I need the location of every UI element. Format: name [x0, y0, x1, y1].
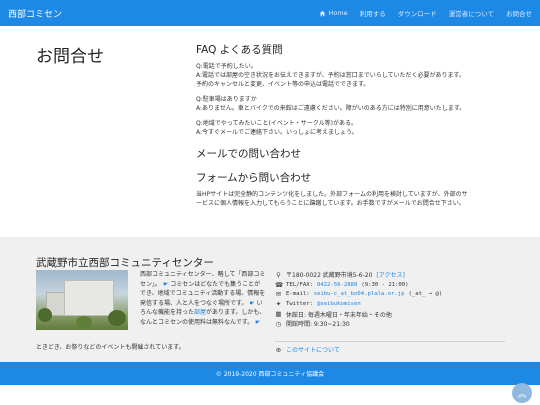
email-note: (_at_ → @): [408, 291, 443, 298]
contact-content: FAQ よくある質問 Q:電話で予約したい。 A:電話では部屋の空き状況をお伝え…: [196, 42, 506, 208]
main-nav: Home 利用する ダウンロード 運営者について お問合せ: [319, 8, 532, 18]
faq-question: Q:地域でやってみたいこと(イベント・サークル等)がある。: [196, 120, 357, 127]
faq-question: Q:電話で予約したい。: [196, 63, 257, 70]
email-row: ✉ E-mail: seibu-c_at_bo04.plala.or.jp (_…: [275, 290, 515, 300]
phone-icon: ☎: [275, 280, 284, 289]
form-notice-line: 当HPサイトは完全静的コンテンツ化をしました。外部フォームの利用を検討しています…: [196, 191, 468, 198]
map-pin-icon: ⚲: [276, 270, 281, 279]
twitter-label: Twitter:: [286, 301, 313, 308]
home-icon: [320, 10, 326, 16]
pointing-hand-icon: ☛: [162, 280, 169, 288]
site-footer: 武蔵野市立西部コミュニティセンター 西部コミュニティセンター、略して「西部コミセ…: [0, 237, 540, 362]
access-link[interactable]: [アクセス]: [376, 270, 404, 279]
tel-hours: (9:30 - 21:00): [361, 281, 409, 288]
globe-icon: ⊕: [275, 345, 282, 354]
holiday-text: 休館日: 毎週木曜日・年末年始・その他: [286, 311, 392, 319]
double-chevron-up-icon: ︽: [517, 389, 527, 400]
org-description: 西部コミュニティセンター、略して「西部コミセン」。 ☛ コミセンはどなたでも集う…: [140, 270, 266, 328]
hours-text: 開館時間: 9:30~21:30: [286, 321, 350, 329]
form-notice-line: ービスに個人情報を入力してもらうことに躊躇しています。お手数ですがメールでお問合…: [196, 200, 465, 207]
calendar-icon: ▦: [275, 310, 282, 319]
nav-home-label: Home: [328, 9, 348, 17]
copyright-text: © 2019-2020 西部コミュニティ協議会: [215, 371, 325, 378]
scroll-to-top-button[interactable]: ︽: [512, 383, 532, 403]
tel-row: ☎ TEL/FAX: 0422-56-2888 (9:30 - 21:00): [275, 280, 515, 290]
pointing-hand-icon: ☛: [249, 299, 255, 307]
org-name: 武蔵野市立西部コミュニティセンター: [36, 257, 214, 269]
footer-divider: [275, 341, 505, 342]
faq-answer: A:今すぐメールでご連絡下さい。いっしょに考えましょう。: [196, 129, 358, 136]
email-label: E-mail:: [286, 291, 310, 298]
faq-answer: A:ありません。車とバイクでの来館はご遠慮ください。障がいのある方には特別に用意…: [196, 105, 466, 112]
address-row: ⚲ 〒180-0022 武蔵野市境5-6-20 [アクセス]: [275, 270, 515, 280]
faq-item: Q:電話で予約したい。 A:電話では部屋の空き状況をお伝えできますが、予約は窓口…: [196, 62, 506, 89]
clock-icon: ◷: [275, 319, 282, 328]
faq-question: Q:駐車場はありますか: [196, 96, 257, 103]
brand-title[interactable]: 西部コミセン: [8, 7, 62, 20]
address-text: 〒180-0022 武蔵野市境5-6-20: [286, 272, 373, 280]
nav-contact[interactable]: お問合せ: [506, 8, 532, 18]
building-photo: [36, 270, 128, 330]
faq-heading: FAQ よくある質問: [196, 44, 283, 56]
nav-usage[interactable]: 利用する: [360, 8, 386, 18]
top-navbar: 西部コミセン Home 利用する ダウンロード 運営者について お問合せ: [0, 0, 540, 26]
faq-answer: A:電話では部屋の空き状況をお伝えできますが、予約は窓口までいらしていただく必要…: [196, 72, 465, 79]
nav-home[interactable]: Home: [319, 9, 348, 17]
about-site-link[interactable]: このサイトについて: [286, 345, 340, 354]
page-title: お問合せ: [36, 47, 104, 67]
room-link[interactable]: 部屋: [194, 309, 206, 316]
desc-tail: ときどき、お祭りなどのイベントも開催されています。: [36, 344, 185, 351]
about-site-row: ⊕ このサイトについて: [275, 345, 340, 355]
faq-item: Q:地域でやってみたいこと(イベント・サークル等)がある。 A:今すぐメールでご…: [196, 119, 506, 137]
contact-info: ⚲ 〒180-0022 武蔵野市境5-6-20 [アクセス] ☎ TEL/FAX…: [275, 270, 515, 329]
pointing-hand-icon: ☛: [255, 318, 261, 326]
form-notice: 当HPサイトは完全静的コンテンツ化をしました。外部フォームの利用を検討しています…: [196, 190, 506, 208]
form-heading: フォームから問い合わせ: [196, 172, 312, 184]
envelope-icon: ✉: [275, 290, 282, 299]
tel-label: TEL/FAX:: [286, 281, 313, 288]
twitter-row: ✦ Twitter: @seibukomisen: [275, 299, 515, 309]
twitter-link[interactable]: @seibukomisen: [317, 301, 361, 307]
tel-link[interactable]: 0422-56-2888: [317, 282, 357, 288]
main-content: お問合せ FAQ よくある質問 Q:電話で予約したい。 A:電話では部屋の空き状…: [0, 26, 540, 237]
mail-heading: メールでの問い合わせ: [196, 148, 301, 160]
faq-item: Q:駐車場はありますか A:ありません。車とバイクでの来館はご遠慮ください。障が…: [196, 95, 506, 113]
copyright-bar: © 2019-2020 西部コミュニティ協議会: [0, 362, 540, 385]
email-link[interactable]: seibu-c_at_bo04.plala.or.jp: [314, 291, 405, 297]
nav-about-operator[interactable]: 運営者について: [449, 8, 494, 18]
holiday-row: ▦ 休館日: 毎週木曜日・年末年始・その他: [275, 309, 515, 319]
twitter-icon: ✦: [275, 300, 282, 309]
nav-download[interactable]: ダウンロード: [398, 8, 437, 18]
faq-answer-cont: 予約のキャンセルと変更、イベント等の申込は電話でできます。: [196, 81, 370, 88]
hours-row: ◷ 開館時間: 9:30~21:30: [275, 319, 515, 329]
